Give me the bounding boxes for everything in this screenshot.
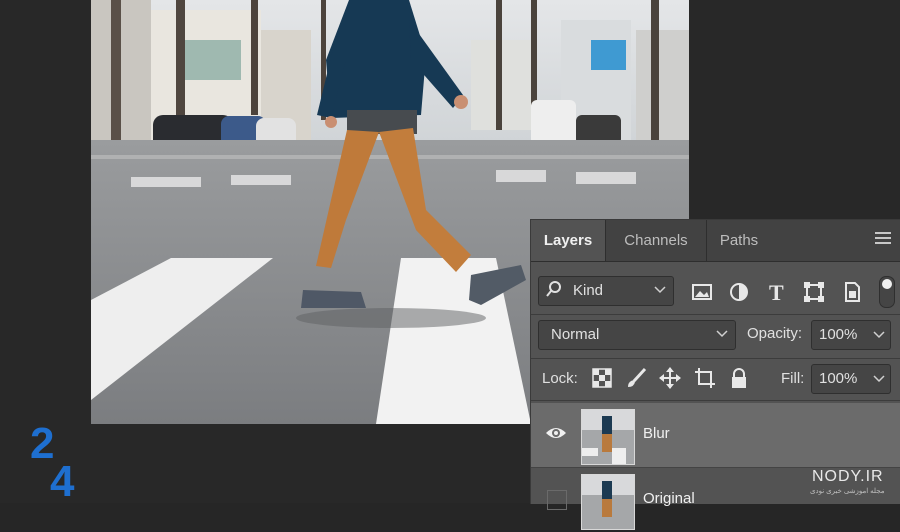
layer-thumbnail xyxy=(581,474,635,530)
shape-layer-filter-icon[interactable] xyxy=(803,281,825,303)
blend-mode-select[interactable]: Normal xyxy=(538,320,736,350)
blend-mode-value: Normal xyxy=(551,326,600,343)
layer-name-original: Original xyxy=(643,490,695,507)
svg-text:T: T xyxy=(769,281,784,303)
lock-label: Lock: xyxy=(542,370,578,387)
layer-thumbnail xyxy=(581,409,635,465)
lock-artboard-crop-icon[interactable] xyxy=(694,367,716,389)
divider xyxy=(531,400,900,401)
chevron-down-icon xyxy=(654,286,666,294)
opacity-label: Opacity: xyxy=(747,325,803,342)
lock-position-move-icon[interactable] xyxy=(659,367,681,389)
chevron-down-icon xyxy=(873,375,885,383)
filter-kind-select[interactable]: Kind xyxy=(538,276,674,306)
chevron-down-icon xyxy=(716,330,728,338)
fill-field[interactable]: 100% xyxy=(811,364,891,394)
type-layer-filter-icon[interactable]: T xyxy=(766,281,788,303)
chevron-down-icon xyxy=(873,331,885,339)
photoshop-canvas: 2 4 Layers Channels Paths Kind T Normal xyxy=(0,0,900,530)
layer-row-blur[interactable]: Blur xyxy=(531,403,900,467)
filter-toggle-knob xyxy=(882,279,892,289)
tab-paths[interactable]: Paths xyxy=(707,220,771,261)
panel-tabs: Layers Channels Paths xyxy=(531,220,900,262)
adjustment-layer-filter-icon[interactable] xyxy=(728,281,750,303)
opacity-field[interactable]: 100% xyxy=(811,320,891,350)
opacity-value: 100% xyxy=(819,326,858,343)
panel-menu-icon[interactable] xyxy=(875,232,891,246)
lock-all-padlock-icon[interactable] xyxy=(728,367,750,389)
watermark-site: NODY.IR xyxy=(812,468,884,485)
svg-text:4: 4 xyxy=(50,457,75,503)
filter-kind-label: Kind xyxy=(573,282,604,299)
divider xyxy=(531,314,900,315)
watermark-tagline: مجله اموزشی خبری نودی xyxy=(810,488,885,495)
lock-transparent-pixels-icon[interactable] xyxy=(591,367,613,389)
fill-label: Fill: xyxy=(781,370,805,387)
visibility-toggle-empty[interactable] xyxy=(547,490,567,510)
fill-value: 100% xyxy=(819,370,858,387)
lock-image-pixels-brush-icon[interactable] xyxy=(626,367,648,389)
tab-channels[interactable]: Channels xyxy=(606,220,707,261)
layer-name-blur: Blur xyxy=(643,425,670,442)
filter-toggle[interactable] xyxy=(879,276,895,308)
search-icon xyxy=(546,281,561,297)
site-logo-24-icon: 2 4 xyxy=(30,419,75,503)
eye-visibility-icon[interactable] xyxy=(545,425,567,441)
layers-panel: Layers Channels Paths Kind T Normal Opac… xyxy=(530,219,900,530)
smart-object-filter-icon[interactable] xyxy=(841,281,863,303)
tab-layers[interactable]: Layers xyxy=(531,220,606,261)
pixel-layer-filter-icon[interactable] xyxy=(691,281,713,303)
divider xyxy=(531,358,900,359)
